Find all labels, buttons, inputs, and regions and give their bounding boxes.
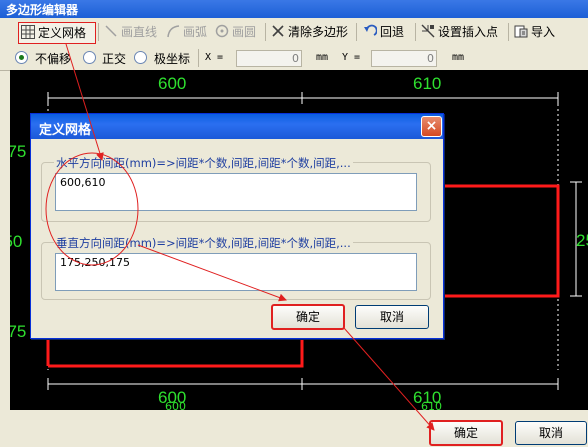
set-insert-point-button[interactable]: 设置插入点 <box>421 22 498 42</box>
circle-icon <box>215 24 229 38</box>
y-field[interactable]: 0 <box>371 50 437 67</box>
polar-radio[interactable] <box>134 51 147 64</box>
import-button[interactable]: 导入 <box>514 22 555 42</box>
left-dimension-175-top: 175 <box>10 142 27 161</box>
horizontal-spacing-group: 水平方向间距(mm)=>间距*个数,间距,间距*个数,间距,... 600,61… <box>41 155 431 222</box>
polar-label: 极坐标 <box>154 52 191 66</box>
line-icon <box>104 24 118 38</box>
undo-icon <box>363 24 378 38</box>
import-label: 导入 <box>531 25 556 39</box>
undo-button[interactable]: 回退 <box>363 22 404 42</box>
toolbar-separator <box>98 23 99 41</box>
x-label: X = <box>205 52 224 63</box>
options-bar: 不偏移 正交 极坐标 X = 0 mm Y = 0 mm <box>0 46 588 71</box>
define-grid-dialog: 定义网格 × 水平方向间距(mm)=>间距*个数,间距,间距*个数,间距,...… <box>30 113 444 339</box>
footer-bar: 确定 取消 <box>0 410 588 447</box>
clear-polygon-label: 清除多边形 <box>288 25 349 39</box>
clear-polygon-button[interactable]: 清除多边形 <box>271 22 348 42</box>
draw-line-label: 画直线 <box>121 25 158 39</box>
no-offset-label: 不偏移 <box>35 52 72 66</box>
orthogonal-radio[interactable] <box>83 51 96 64</box>
dialog-close-button[interactable]: × <box>421 116 442 137</box>
draw-line-button[interactable]: 画直线 <box>104 22 157 42</box>
import-icon <box>514 24 528 38</box>
horizontal-spacing-label: 水平方向间距(mm)=>间距*个数,间距,间距*个数,间距,... <box>54 155 353 171</box>
x-unit: mm <box>316 52 329 63</box>
footer-ok-button[interactable]: 确定 <box>429 420 503 446</box>
undo-label: 回退 <box>380 25 405 39</box>
insert-point-icon <box>421 24 435 38</box>
draw-arc-label: 画弧 <box>183 25 208 39</box>
options-separator <box>198 49 199 67</box>
define-grid-button[interactable]: 定义网格 <box>18 22 96 44</box>
y-label: Y = <box>342 52 361 63</box>
draw-arc-button[interactable]: 画弧 <box>166 22 207 42</box>
right-dimension: 25 <box>576 231 588 250</box>
draw-circle-label: 画圆 <box>232 25 257 39</box>
bottom-dimension-600-faint: 600 <box>165 400 186 410</box>
horizontal-spacing-input[interactable]: 600,610 <box>55 173 417 211</box>
no-offset-radio[interactable] <box>15 51 28 64</box>
set-insert-point-label: 设置插入点 <box>438 25 499 39</box>
grid-icon <box>21 25 35 39</box>
y-unit: mm <box>452 52 465 63</box>
left-dimension-250: 250 <box>10 232 23 251</box>
toolbar-separator <box>265 23 266 41</box>
toolbar: 定义网格 画直线 画弧 画圆 清除多边形 回退 设置插入点 导入 <box>0 18 588 47</box>
vertical-spacing-label: 垂直方向间距(mm)=>间距*个数,间距,间距*个数,间距,... <box>54 235 353 251</box>
window-title: 多边形编辑器 <box>6 3 79 17</box>
orthogonal-label: 正交 <box>102 52 127 66</box>
dialog-ok-button[interactable]: 确定 <box>271 304 345 330</box>
dialog-title: 定义网格 <box>39 123 92 138</box>
x-icon <box>271 24 285 38</box>
bottom-dimension-610-faint: 610 <box>421 400 442 410</box>
toolbar-separator <box>415 23 416 41</box>
x-field[interactable]: 0 <box>236 50 302 67</box>
vertical-spacing-input[interactable]: 175,250,175 <box>55 253 417 291</box>
left-dimension-175-bottom: 175 <box>10 322 27 341</box>
define-grid-label: 定义网格 <box>38 26 87 40</box>
footer-cancel-button[interactable]: 取消 <box>515 421 587 445</box>
draw-circle-button[interactable]: 画圆 <box>215 22 256 42</box>
toolbar-separator <box>356 23 357 41</box>
top-dimension-600: 600 <box>158 74 187 93</box>
arc-icon <box>166 24 180 38</box>
vertical-spacing-group: 垂直方向间距(mm)=>间距*个数,间距,间距*个数,间距,... 175,25… <box>41 235 431 300</box>
window-titlebar: 多边形编辑器 <box>0 0 588 18</box>
top-dimension-610: 610 <box>413 74 442 93</box>
dialog-titlebar: 定义网格 × <box>31 114 443 139</box>
dialog-cancel-button[interactable]: 取消 <box>355 305 429 329</box>
toolbar-separator <box>508 23 509 41</box>
